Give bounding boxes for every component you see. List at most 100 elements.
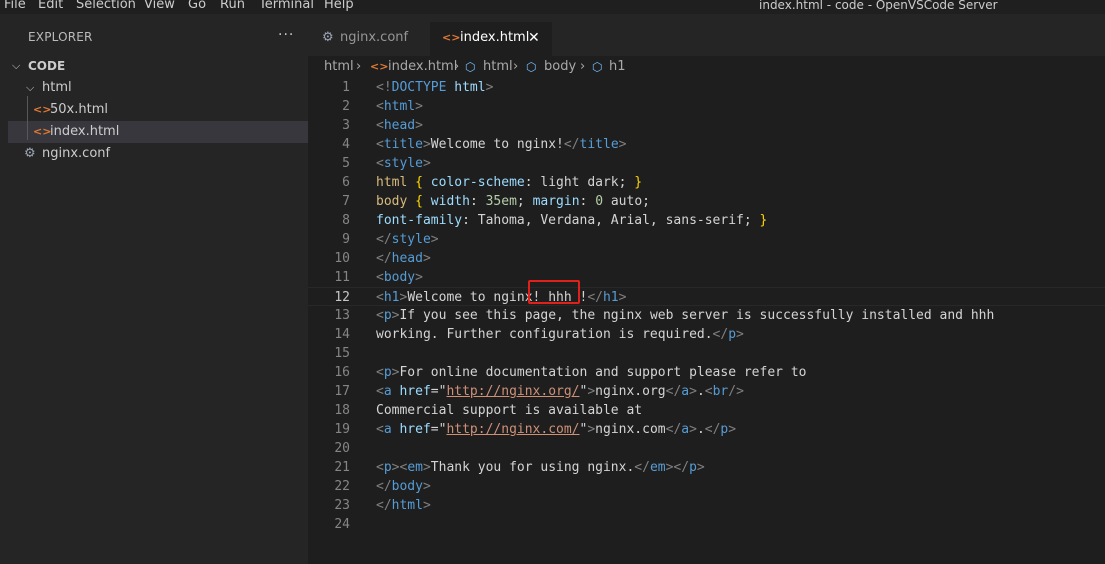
code-line[interactable]: 22 </body> <box>308 477 1105 496</box>
code-line[interactable]: 3 <head> <box>308 116 1105 135</box>
menu-edit[interactable]: Edit <box>38 0 63 12</box>
code-token: p <box>383 460 392 475</box>
code-token: html <box>383 99 416 114</box>
code-line[interactable]: 20 <box>308 439 1105 458</box>
breadcrumb-symbol-body[interactable]: body <box>544 56 576 78</box>
code-text: </body> <box>376 477 431 496</box>
code-text: <body> <box>376 268 423 287</box>
code-text: <title>Welcome to nginx!</title> <box>376 135 626 154</box>
code-line[interactable]: 2 <html> <box>308 97 1105 116</box>
menu-help[interactable]: Help <box>324 0 354 12</box>
code-token: </ <box>376 498 392 513</box>
code-line[interactable]: 19 <a href="http://nginx.com/">nginx.com<… <box>308 420 1105 439</box>
code-line[interactable]: 18 Commercial support is available at <box>308 401 1105 420</box>
menu-go[interactable]: Go <box>188 0 206 12</box>
breadcrumb-folder[interactable]: html <box>324 56 354 78</box>
tree-file-50x[interactable]: <> 50x.html <box>0 99 308 121</box>
code-line[interactable]: 5 <style> <box>308 154 1105 173</box>
code-text: <!DOCTYPE html> <box>376 78 493 97</box>
line-number: 16 <box>334 365 350 380</box>
gear-icon: ⚙ <box>322 30 334 45</box>
code-line[interactable]: 1 <!DOCTYPE html> <box>308 78 1105 97</box>
code-token: ></ <box>665 460 690 475</box>
code-token: Welcome to nginx! <box>430 137 564 152</box>
code-line[interactable]: 15 <box>308 344 1105 363</box>
menu-run[interactable]: Run <box>220 0 245 12</box>
code-token: http://nginx.com/ <box>446 422 580 437</box>
code-token: nginx.org <box>595 384 666 399</box>
chevron-right-icon: › <box>356 59 362 74</box>
breadcrumb-symbol-html[interactable]: html <box>483 56 513 78</box>
code-token: html <box>391 498 423 513</box>
breadcrumb-symbol-h1[interactable]: h1 <box>609 56 626 78</box>
menu-view[interactable]: View <box>144 0 175 12</box>
code-token: </ <box>704 422 721 437</box>
close-icon[interactable]: ✕ <box>528 22 540 54</box>
line-number: 6 <box>342 175 350 190</box>
line-number: 23 <box>334 498 350 513</box>
code-line[interactable]: 17 <a href="http://nginx.org/">nginx.org<… <box>308 382 1105 401</box>
code-text: <h1>Welcome to nginx! hhh !</h1> <box>376 288 626 307</box>
line-number: 13 <box>334 308 350 323</box>
line-number: 18 <box>334 403 350 418</box>
symbol-element-icon: ⬡ <box>592 60 603 74</box>
code-token: < <box>376 308 384 323</box>
code-token: : <box>469 194 486 209</box>
tree-folder-html[interactable]: ⌵ html <box>0 77 308 99</box>
tree-file-index[interactable]: <> index.html <box>8 121 308 143</box>
breadcrumb-file[interactable]: index.html <box>388 56 457 78</box>
line-number: 8 <box>342 213 350 228</box>
symbol-element-icon: ⬡ <box>465 60 476 74</box>
code-token: > <box>618 137 627 152</box>
code-token: Commercial support is available at <box>376 403 643 418</box>
code-line[interactable]: 6 html { color-scheme: light dark; } <box>308 173 1105 192</box>
explorer-title: EXPLORER <box>28 30 93 44</box>
code-token: body <box>383 270 416 285</box>
code-line[interactable]: 12 <h1>Welcome to nginx! hhh !</h1> <box>308 287 1105 306</box>
code-text: </html> <box>376 496 431 515</box>
code-line[interactable]: 4 <title>Welcome to nginx!</title> <box>308 135 1105 154</box>
menu-file[interactable]: File <box>4 0 26 12</box>
code-token: ; <box>516 194 533 209</box>
tree-root-code[interactable]: ⌵ CODE <box>0 55 308 77</box>
code-token: < <box>376 290 384 305</box>
code-line[interactable]: 14 working. Further configuration is requ… <box>308 325 1105 344</box>
code-line[interactable]: 11 <body> <box>308 268 1105 287</box>
tree-file-nginx-conf[interactable]: ⚙ nginx.conf <box>0 143 308 165</box>
code-editor[interactable]: 1 <!DOCTYPE html> 2 <html> 3 <head> 4 <title>We… <box>308 78 1105 564</box>
code-token: =" <box>430 422 447 437</box>
code-token: =" <box>430 384 447 399</box>
code-token: body <box>391 479 423 494</box>
code-token: > <box>485 80 494 95</box>
code-text: <p>For online documentation and support … <box>376 363 806 382</box>
tree-file-label: nginx.conf <box>42 146 111 161</box>
tab-index-html[interactable]: <> index.html ✕ <box>430 22 552 56</box>
code-token: </ <box>376 479 392 494</box>
code-line[interactable]: 13 <p>If you see this page, the nginx web… <box>308 306 1105 325</box>
menu-terminal[interactable]: Terminal <box>259 0 314 12</box>
code-line[interactable]: 23 </html> <box>308 496 1105 515</box>
code-token: Thank you for using nginx. <box>430 460 635 475</box>
code-token: </ <box>376 251 392 266</box>
code-line[interactable]: 8 font-family: Tahoma, Verdana, Arial, sa… <box>308 211 1105 230</box>
tab-nginx-conf[interactable]: ⚙ nginx.conf <box>308 22 430 56</box>
more-actions-icon[interactable]: ··· <box>278 27 294 43</box>
menu-selection[interactable]: Selection <box>76 0 136 12</box>
tree-file-label: 50x.html <box>50 102 108 117</box>
code-line[interactable]: 7 body { width: 35em; margin: 0 auto; <box>308 192 1105 211</box>
code-token: > <box>415 118 423 133</box>
tab-label: nginx.conf <box>340 30 409 45</box>
code-text: <head> <box>376 116 423 135</box>
code-token: < <box>376 365 384 380</box>
code-token: > <box>422 498 431 513</box>
code-line[interactable]: 16 <p>For online documentation and suppor… <box>308 363 1105 382</box>
code-token: > <box>430 232 439 247</box>
code-token: a <box>383 422 392 437</box>
code-token: 35em <box>485 194 517 209</box>
code-text: </style> <box>376 230 439 249</box>
code-line[interactable]: 24 <box>308 515 1105 534</box>
code-line[interactable]: 9 </style> <box>308 230 1105 249</box>
code-line[interactable]: 21 <p><em>Thank you for using nginx.</em>… <box>308 458 1105 477</box>
code-line[interactable]: 10 </head> <box>308 249 1105 268</box>
code-token: < <box>376 118 384 133</box>
